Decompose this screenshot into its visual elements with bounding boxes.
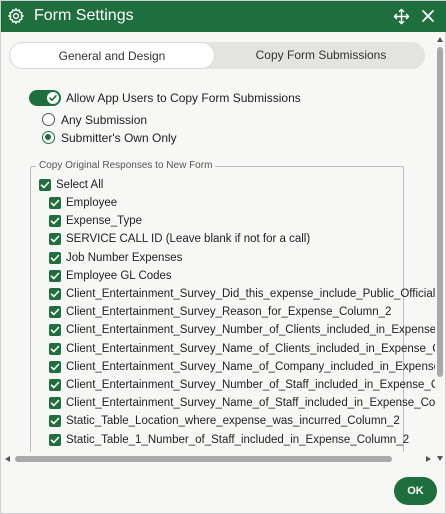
field-checkbox-label: Expense_Type	[66, 215, 143, 228]
dialog-titlebar: Form Settings	[1, 1, 446, 32]
field-checkbox-label: Client_Entertainment_Survey_Reason_for_E…	[66, 306, 392, 319]
radio-button[interactable]	[42, 113, 55, 126]
field-checkbox-label: Employee	[66, 197, 118, 209]
select-all-checkbox[interactable]	[39, 179, 51, 191]
select-all-label: Select All	[56, 179, 104, 191]
radio-label: Any Submission	[61, 113, 148, 127]
horizontal-scrollbar[interactable]	[1, 453, 435, 465]
field-checkbox[interactable]	[49, 215, 61, 228]
field-checkbox-label: Job Number Expenses	[66, 251, 183, 264]
field-checkbox[interactable]	[49, 397, 61, 410]
settings-content: Allow App Users to Copy Form Submissions…	[1, 79, 435, 452]
field-checkbox-label: Client_Entertainment_Survey_Name_of_Clie…	[66, 342, 435, 355]
form-settings-dialog: Form Settings General and Design Copy Fo…	[0, 0, 446, 514]
ok-button[interactable]: OK	[394, 477, 437, 505]
gear-icon	[7, 7, 25, 25]
field-checkbox[interactable]	[49, 288, 61, 300]
field-checkbox[interactable]	[49, 306, 61, 319]
fieldset-legend: Copy Original Responses to New Form	[36, 159, 216, 172]
field-checkbox[interactable]	[49, 342, 61, 355]
horizontal-scroll-thumb[interactable]	[15, 456, 392, 462]
field-checkbox-label: Client_Entertainment_Survey_Name_of_Comp…	[66, 360, 435, 373]
copy-submissions-toggle[interactable]	[29, 90, 61, 106]
field-checkbox[interactable]	[49, 233, 61, 246]
scroll-up-arrow-icon[interactable]	[437, 37, 443, 42]
radio-button[interactable]	[42, 131, 55, 144]
field-checkbox-label: Employee GL Codes	[66, 269, 172, 282]
scroll-right-arrow-icon[interactable]	[426, 456, 431, 462]
tab-general-and-design[interactable]: General and Design	[9, 42, 215, 69]
field-checkbox[interactable]	[49, 379, 61, 391]
scroll-left-arrow-icon[interactable]	[5, 456, 10, 462]
move-icon[interactable]	[393, 8, 410, 25]
field-checkbox[interactable]	[49, 415, 61, 428]
field-checkbox-label: Client_Entertainment_Survey_Name_of_Staf…	[66, 397, 435, 410]
field-checkbox[interactable]	[49, 324, 61, 337]
vertical-scrollbar[interactable]	[435, 35, 445, 465]
field-checkbox-label: Client_Entertainment_Survey_Number_of_Cl…	[66, 324, 435, 337]
field-checkbox-label: Static_Table_1_Number_of_Staff_included_…	[66, 433, 410, 446]
field-checkbox[interactable]	[49, 197, 61, 209]
tab-copy-form-submissions[interactable]: Copy Form Submissions	[217, 42, 425, 69]
toggle-knob	[47, 92, 59, 104]
radio-label: Submitter's Own Only	[61, 131, 177, 145]
field-checkbox-label: Static_Table_Location_where_expense_was_…	[66, 415, 400, 428]
field-checkbox[interactable]	[49, 251, 61, 264]
close-icon[interactable]	[420, 8, 436, 24]
field-checkbox-label: SERVICE CALL ID (Leave blank if not for …	[66, 233, 311, 246]
field-checkbox[interactable]	[49, 269, 61, 282]
field-checkbox-label: Client_Entertainment_Survey_Did_this_exp…	[66, 288, 435, 300]
settings-tabs: General and Design Copy Form Submissions	[9, 42, 425, 69]
field-checkbox[interactable]	[49, 433, 61, 446]
vertical-scroll-thumb[interactable]	[437, 47, 443, 377]
copy-submissions-toggle-label: Allow App Users to Copy Form Submissions	[66, 91, 301, 105]
field-checkbox[interactable]	[49, 360, 61, 373]
scroll-down-arrow-icon[interactable]	[437, 456, 443, 461]
field-checkbox-label: Client_Entertainment_Survey_Number_of_St…	[66, 379, 435, 391]
dialog-title: Form Settings	[34, 7, 134, 24]
